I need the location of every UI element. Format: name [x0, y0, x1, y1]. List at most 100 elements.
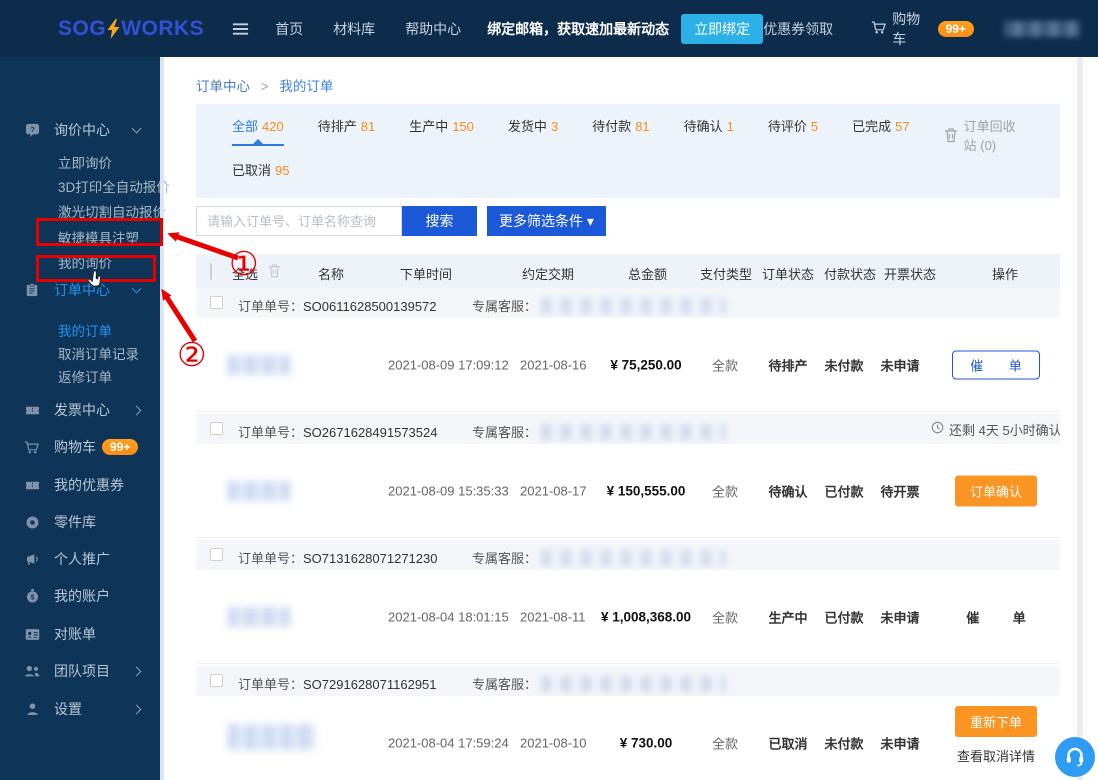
bind-now-button[interactable]: 立即绑定 [681, 14, 763, 44]
nav-item-home[interactable]: 首页 [275, 19, 303, 39]
order-card-body: 2021-08-09 15:35:33 2021-08-17 ¥ 150,555… [196, 444, 1060, 537]
order-status: 生产中 [760, 607, 816, 626]
tab-completed[interactable]: 已完成57 [852, 116, 909, 144]
coupon-collect-link[interactable]: 优惠券领取 [763, 19, 833, 39]
invoice-status: 未申请 [872, 607, 928, 626]
chevron-down-icon [132, 284, 142, 294]
search-button[interactable]: 搜索 [402, 206, 477, 236]
tab-pending-review[interactable]: 待评价5 [768, 116, 818, 144]
breadcrumb: 订单中心 > 我的订单 [196, 57, 1060, 95]
col-order-time: 下单时间 [400, 264, 452, 283]
pay-type: 全款 [690, 733, 760, 752]
tab-pending-payment[interactable]: 待付款81 [592, 116, 649, 144]
sidebar-item-cart[interactable]: 购物车 99+ [0, 434, 160, 460]
total-amount: ¥ 730.00 [600, 735, 692, 750]
cs-name-redacted [541, 550, 726, 566]
page-scrollbar[interactable] [1077, 57, 1083, 780]
customer-service-button[interactable] [1055, 737, 1095, 777]
sidebar-item-parts-library[interactable]: 零件库 [0, 509, 160, 535]
order-status-tabs: 全部420 待排产81 生产中150 发货中3 待付款81 [196, 104, 1060, 198]
view-cancel-details-link[interactable]: 查看取消详情 [932, 746, 1060, 765]
order-checkbox[interactable] [210, 548, 223, 561]
invoice-status: 待开票 [872, 481, 928, 500]
tab-in-production[interactable]: 生产中150 [409, 116, 474, 144]
chevron-right-icon [132, 705, 142, 715]
chevron-right-icon [132, 667, 142, 677]
main-content: 订单中心 > 我的订单 全部420 待排产81 生产中150 发货中3 [164, 57, 1098, 780]
sidebar-item-statements[interactable]: 对账单 [0, 621, 160, 647]
chevron-down-icon [132, 124, 142, 134]
tab-all[interactable]: 全部420 [232, 116, 284, 146]
reorder-button[interactable]: 重新下单 [955, 706, 1037, 737]
sidebar-item-repair-orders[interactable]: 返修订单 [58, 366, 112, 386]
order-time: 2021-08-09 15:35:33 [388, 483, 509, 498]
dedicated-cs: 专属客服： [472, 296, 726, 315]
sidebar-item-label: 发票中心 [54, 400, 110, 420]
confirm-order-button[interactable]: 订单确认 [955, 475, 1037, 506]
order-card-header: 订单单号：SO7291628071162951 专属客服： [196, 666, 1060, 696]
sidebar-item-team-projects[interactable]: 团队项目 [0, 658, 160, 684]
order-card-header: 订单单号：SO0611628500139572 专属客服： [196, 288, 1060, 318]
sidebar-item-laser-cut-quote[interactable]: 激光切割自动报价 [58, 201, 166, 221]
sidebar-item-cancelled-orders[interactable]: 取消订单记录 [58, 343, 139, 363]
order-number: 订单单号：SO7131628071271230 [238, 548, 437, 567]
pay-status: 未付款 [816, 733, 872, 752]
sidebar-item-my-inquiries[interactable]: 我的询价 [58, 252, 112, 272]
pay-type: 全款 [690, 607, 760, 626]
breadcrumb-order-center[interactable]: 订单中心 [196, 79, 250, 94]
sidebar-item-label: 我的账户 [54, 586, 110, 606]
sidebar-item-personal-promotion[interactable]: 个人推广 [0, 546, 160, 572]
tab-shipping[interactable]: 发货中3 [508, 116, 558, 144]
order-number: 订单单号：SO0611628500139572 [238, 296, 437, 315]
sidebar-item-label: 我的优惠券 [54, 475, 124, 495]
actions-cell: 催 单 [932, 350, 1060, 379]
nav-item-material-library[interactable]: 材料库 [333, 19, 375, 39]
delete-selected-trash-icon[interactable] [268, 263, 281, 278]
order-name-redacted [228, 355, 290, 375]
order-checkbox[interactable] [210, 296, 223, 309]
col-name: 名称 [318, 264, 344, 283]
col-pay-status: 付款状态 [824, 264, 876, 283]
tab-pending-schedule[interactable]: 待排产81 [318, 116, 375, 144]
order-card-body: 2021-08-04 17:59:24 2021-08-10 ¥ 730.00 … [196, 696, 1060, 780]
sidebar-item-order-center[interactable]: 订单中心 [0, 277, 160, 303]
inquiry-chat-icon: ? [24, 122, 40, 138]
sidebar-item-inquire-now[interactable]: 立即询价 [58, 152, 112, 172]
order-checkbox[interactable] [210, 674, 223, 687]
sidebar-item-my-coupons[interactable]: 我的优惠券 [0, 472, 160, 498]
breadcrumb-my-orders[interactable]: 我的订单 [279, 79, 333, 94]
chevron-right-icon [132, 406, 142, 416]
navbar-right: 优惠券领取 购物车 99+ [763, 9, 1080, 49]
sidebar-item-inquiry-center[interactable]: ? 询价中心 [0, 117, 160, 143]
tab-cancelled[interactable]: 已取消95 [232, 160, 289, 188]
tab-pending-confirm[interactable]: 待确认1 [684, 116, 734, 144]
navbar-cart[interactable]: 购物车 99+ [871, 9, 974, 49]
hamburger-menu-icon[interactable] [232, 22, 249, 36]
sidebar-item-agile-mold[interactable]: 敏捷模具注塑 [58, 227, 139, 247]
delivery-date: 2021-08-17 [520, 483, 587, 498]
order-checkbox[interactable] [210, 422, 223, 435]
sidebar-item-settings[interactable]: 设置 [0, 696, 160, 722]
more-filters-button[interactable]: 更多筛选条件 ▾ [487, 206, 606, 236]
cs-name-redacted [541, 424, 726, 440]
urge-order-button[interactable]: 催 单 [952, 350, 1040, 379]
sidebar-item-my-orders[interactable]: 我的订单 [58, 320, 112, 340]
urge-order-link[interactable]: 催 单 [966, 610, 1026, 625]
col-pay-type: 支付类型 [700, 264, 752, 283]
user-account-redacted[interactable] [1004, 21, 1080, 37]
actions-cell: 重新下单 查看取消详情 [932, 706, 1060, 765]
sidebar-item-3d-print-quote[interactable]: 3D打印全自动报价 [58, 176, 170, 196]
sidebar-item-invoice-center[interactable]: 发票中心 [0, 397, 160, 423]
pay-status: 已付款 [816, 607, 872, 626]
sidebar-item-label: 设置 [54, 699, 82, 719]
nav-item-help-center[interactable]: 帮助中心 [405, 19, 461, 39]
sogaworks-logo[interactable]: SOG WORKS [58, 17, 204, 41]
sidebar-scrollbar[interactable] [160, 57, 164, 780]
select-all-checkbox[interactable] [210, 264, 212, 279]
order-search-input[interactable] [196, 206, 402, 236]
sidebar-item-label: 个人推广 [54, 549, 110, 569]
sidebar-item-my-account[interactable]: $ 我的账户 [0, 583, 160, 609]
order-recycle-bin[interactable]: 订单回收站 (0) [944, 116, 1024, 154]
total-amount: ¥ 150,555.00 [600, 483, 692, 498]
select-all-label[interactable]: 全选 [232, 264, 258, 283]
